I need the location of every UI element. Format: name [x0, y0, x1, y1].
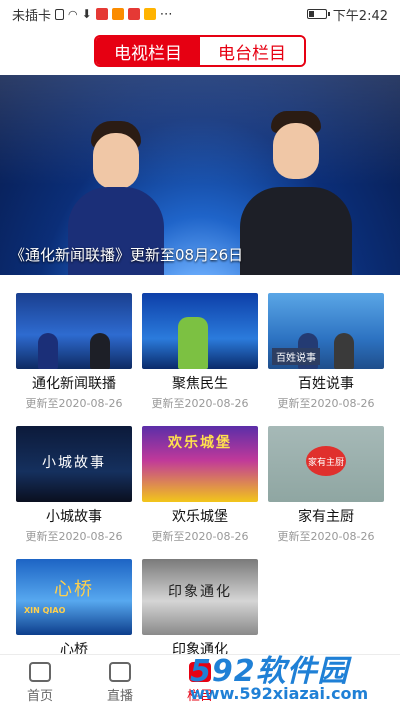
program-card[interactable]: 心桥 XIN QIAO 心桥 [16, 559, 132, 659]
home-doc-icon [29, 662, 51, 682]
program-thumbnail: 印象通化 [142, 559, 258, 635]
program-updated: 更新至2020-08-26 [277, 530, 375, 543]
program-card[interactable]: 欢乐城堡 欢乐城堡 更新至2020-08-26 [142, 426, 258, 544]
program-name: 通化新闻联播 [32, 376, 116, 392]
nav-columns-label: 栏目 [186, 689, 213, 704]
app-notification-icon [95, 8, 108, 20]
program-card[interactable]: 百姓说事 百姓说事 更新至2020-08-26 [268, 293, 384, 411]
program-name: 百姓说事 [298, 376, 354, 392]
app-notification-icon [127, 8, 140, 20]
tab-tv-columns[interactable]: 电视栏目 [96, 37, 200, 65]
thumb-subtitle-xiaoqiao: XIN QIAO [24, 606, 66, 615]
program-card[interactable]: 小城故事 小城故事 更新至2020-08-26 [16, 426, 132, 544]
program-card[interactable]: 家有主厨 家有主厨 更新至2020-08-26 [268, 426, 384, 544]
program-thumbnail: 家有主厨 [268, 426, 384, 502]
clock: 下午2:42 [332, 8, 388, 24]
program-updated: 更新至2020-08-26 [25, 397, 123, 410]
program-thumbnail [142, 293, 258, 369]
wifi-icon: ◠ [68, 7, 78, 21]
program-thumbnail [16, 293, 132, 369]
program-thumbnail: 心桥 XIN QIAO [16, 559, 132, 635]
program-thumbnail: 小城故事 [16, 426, 132, 502]
banner-caption: 《通化新闻联播》更新至08月26日 [10, 246, 244, 264]
nav-columns[interactable]: 栏目 [160, 655, 240, 711]
program-updated: 更新至2020-08-26 [151, 397, 249, 410]
program-name: 欢乐城堡 [172, 509, 228, 525]
program-card[interactable]: 聚焦民生 更新至2020-08-26 [142, 293, 258, 411]
program-updated: 更新至2020-08-26 [151, 530, 249, 543]
thumb-title-huanle: 欢乐城堡 [168, 435, 232, 451]
nav-home-label: 首页 [26, 689, 53, 704]
nav-live[interactable]: 直播 [80, 655, 160, 711]
carrier-text: 未插卡 [12, 8, 52, 24]
nav-home[interactable]: 首页 [0, 655, 80, 711]
thumb-title-yinxiang: 印象通化 [168, 584, 232, 600]
program-name: 小城故事 [46, 509, 102, 525]
sim-icon [55, 8, 65, 20]
battery-icon [306, 9, 330, 19]
status-bar: 未插卡 ◠ ⬇ ⋯ 下午2:42 [0, 0, 400, 28]
program-card[interactable]: 印象通化 印象通化 [142, 559, 258, 659]
thumb-title-jiayou: 家有主厨 [306, 446, 346, 476]
bottom-navigation: 首页 直播 栏目 [0, 654, 400, 711]
category-tabbar: 电视栏目 电台栏目 [0, 28, 400, 74]
app-notification-icon [111, 8, 124, 20]
thumb-title-xiaocheng: 小城故事 [42, 455, 106, 471]
program-updated: 更新至2020-08-26 [277, 397, 375, 410]
program-card[interactable]: 通化新闻联播 更新至2020-08-26 [16, 293, 132, 411]
program-name: 聚焦民生 [172, 376, 228, 392]
download-icon: ⬇ [81, 7, 92, 21]
thumb-title-baixing: 百姓说事 [272, 348, 320, 365]
program-thumbnail: 百姓说事 [268, 293, 384, 369]
program-name: 家有主厨 [298, 509, 354, 525]
app-notification-icon [143, 8, 156, 20]
column-icon [189, 662, 211, 682]
segmented-control: 电视栏目 电台栏目 [94, 35, 306, 67]
tab-radio-columns[interactable]: 电台栏目 [200, 37, 304, 65]
live-play-icon [109, 662, 131, 682]
nav-live-label: 直播 [106, 689, 133, 704]
featured-banner[interactable]: 《通化新闻联播》更新至08月26日 [0, 75, 400, 275]
program-thumbnail: 欢乐城堡 [142, 426, 258, 502]
male-anchor-image [240, 111, 352, 275]
program-updated: 更新至2020-08-26 [25, 530, 123, 543]
thumb-title-xiaoqiao: 心桥 [54, 579, 94, 600]
more-dots-icon: ⋯ [159, 6, 173, 22]
